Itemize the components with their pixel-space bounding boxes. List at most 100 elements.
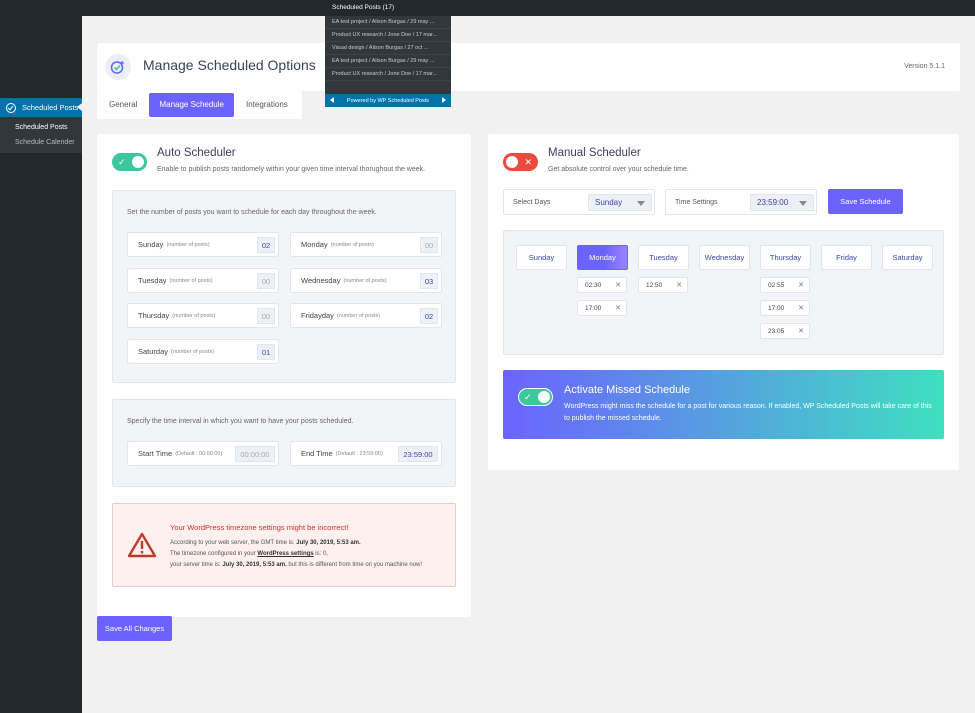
monday-posts-field[interactable]: Monday (number of posts) 00: [290, 232, 442, 257]
scheduled-posts-dropdown: Scheduled Posts (17) EA test project / A…: [325, 0, 451, 107]
select-days-label: Select Days: [513, 198, 551, 206]
sunday-posts-field[interactable]: Sunday (number of posts) 02: [127, 232, 279, 257]
manual-scheduler-card: ✕ Manual Scheduler Get absolute control …: [488, 134, 959, 470]
remove-icon[interactable]: ✕: [615, 304, 621, 312]
day-tuesday[interactable]: Tuesday: [638, 245, 689, 270]
field-value[interactable]: 00: [257, 273, 275, 289]
prev-arrow-icon[interactable]: [330, 97, 334, 103]
check-icon: ✓: [118, 157, 126, 167]
admin-sidebar: Scheduled Posts Scheduled Posts Schedule…: [0, 0, 82, 713]
day-wednesday[interactable]: Wednesday: [699, 245, 750, 270]
save-schedule-button[interactable]: Save Schedule: [828, 189, 903, 214]
page-header: Manage Scheduled Options Version 5.1.1: [97, 43, 960, 91]
manual-scheduler-title: Manual Scheduler: [548, 147, 641, 159]
remove-icon[interactable]: ✕: [676, 281, 682, 289]
remove-icon[interactable]: ✕: [798, 327, 804, 335]
remove-icon[interactable]: ✕: [798, 281, 804, 289]
day-monday[interactable]: Monday: [577, 245, 628, 270]
auto-scheduler-toggle[interactable]: ✓: [112, 153, 147, 171]
save-all-changes-button[interactable]: Save All Changes: [97, 616, 172, 641]
saturday-posts-field[interactable]: Saturday (number of posts) 01: [127, 339, 279, 364]
tab-general[interactable]: General: [99, 93, 147, 117]
tuesday-posts-field[interactable]: Tuesday (number of posts) 00: [127, 268, 279, 293]
toggle-knob: [506, 156, 518, 168]
toggle-knob: [132, 156, 144, 168]
plugin-logo-icon: [105, 54, 131, 80]
field-label: Monday: [301, 240, 328, 249]
manual-scheduler-subtitle: Get absolute control over your schedule …: [548, 166, 689, 173]
remove-icon[interactable]: ✕: [798, 304, 804, 312]
wednesday-posts-field[interactable]: Wednesday (number of posts) 03: [290, 268, 442, 293]
remove-icon[interactable]: ✕: [615, 281, 621, 289]
timezone-warning: Your WordPress timezone settings might b…: [112, 503, 456, 587]
sidebar-item-scheduled-posts[interactable]: Scheduled Posts: [0, 98, 82, 117]
tab-manage-schedule[interactable]: Manage Schedule: [149, 93, 234, 117]
friday-posts-field[interactable]: Fridayday (number of posts) 02: [290, 303, 442, 328]
field-value[interactable]: 02: [257, 237, 275, 253]
toggle-knob: [538, 390, 550, 403]
dropdown-item[interactable]: EA test project / Alison Burgas / 29 may…: [325, 16, 451, 29]
time-chip-label: 17:00: [585, 304, 602, 312]
time-interval-intro: Specify the time interval in which you w…: [127, 418, 354, 425]
chevron-down-icon: [637, 201, 645, 206]
manual-scheduler-toggle[interactable]: ✕: [503, 153, 538, 171]
field-value[interactable]: 01: [257, 344, 275, 360]
auto-scheduler-title: Auto Scheduler: [157, 147, 236, 159]
sidebar-submenu: Scheduled Posts Schedule Calender: [0, 117, 82, 153]
field-suffix: (number of posts): [343, 277, 387, 284]
auto-scheduler-subtitle: Enable to publish posts randomely within…: [157, 166, 426, 173]
chevron-down-icon: [799, 201, 807, 206]
field-value[interactable]: 00: [257, 308, 275, 324]
end-time-field[interactable]: End Time (Default : 23:59:00) 23:59:00: [290, 441, 442, 466]
day-thursday[interactable]: Thursday: [760, 245, 811, 270]
field-suffix: (number of posts): [336, 312, 381, 319]
select-days-dropdown[interactable]: Sunday: [588, 194, 652, 211]
main-content: Manage Scheduled Options Version 5.1.1 G…: [82, 16, 975, 713]
field-value[interactable]: 02: [420, 308, 438, 324]
dropdown-item[interactable]: Visual design / Alison Burgas / 27 oct .…: [325, 42, 451, 55]
field-label: End Time: [301, 449, 333, 458]
time-chip-label: 02:55: [768, 281, 785, 289]
submenu-scheduled-posts[interactable]: Scheduled Posts: [0, 120, 82, 135]
time-chip: 23:05 ✕: [760, 323, 810, 339]
thursday-posts-field[interactable]: Thursday (number of posts) 00: [127, 303, 279, 328]
time-settings-value: 23:59:00: [757, 198, 789, 207]
wordpress-settings-link[interactable]: WordPress settings: [257, 551, 313, 557]
field-value[interactable]: 03: [420, 273, 438, 289]
time-settings-dropdown[interactable]: 23:59:00: [750, 194, 814, 211]
time-settings-field[interactable]: Time Settings 23:59:00: [665, 189, 817, 215]
page-title: Manage Scheduled Options: [143, 57, 316, 73]
field-suffix: (number of posts): [171, 348, 215, 355]
dropdown-item[interactable]: EA test project / Alison Burgas / 29 may…: [325, 55, 451, 68]
time-chip-label: 17:00: [768, 304, 785, 312]
dropdown-item[interactable]: Product UX research / Jone Doe / 17 mar.…: [325, 29, 451, 42]
start-time-value[interactable]: 00:00:00: [235, 446, 275, 462]
tab-integrations[interactable]: Integrations: [236, 93, 298, 117]
time-chip: 17:00 ✕: [760, 300, 810, 316]
start-time-field[interactable]: Start Time (Default : 00:00:00) 00:00:00: [127, 441, 279, 466]
auto-scheduler-card: ✓ Auto Scheduler Enable to publish posts…: [97, 134, 471, 617]
sidebar-item-label: Scheduled Posts: [22, 103, 79, 112]
field-value[interactable]: 00: [420, 237, 438, 253]
select-days-field[interactable]: Select Days Sunday: [503, 189, 655, 215]
posts-per-day-panel: Set the number of posts you want to sche…: [112, 190, 456, 383]
settings-tabs: General Manage Schedule Integrations: [97, 91, 302, 119]
weekly-schedule-panel: Sunday Monday Tuesday Wednesday Thursday…: [503, 230, 944, 355]
version-label: Version 5.1.1: [904, 63, 945, 70]
submenu-schedule-calender[interactable]: Schedule Calender: [0, 135, 82, 150]
field-suffix: (number of posts): [330, 241, 374, 248]
time-chip: 02:55 ✕: [760, 277, 810, 293]
day-friday[interactable]: Friday: [821, 245, 872, 270]
next-arrow-icon[interactable]: [442, 97, 446, 103]
warning-triangle-icon: [127, 532, 157, 558]
day-sunday[interactable]: Sunday: [516, 245, 567, 270]
end-time-value[interactable]: 23:59:00: [398, 446, 438, 462]
day-saturday[interactable]: Saturday: [882, 245, 933, 270]
time-chip: 02:30 ✕: [577, 277, 627, 293]
clock-check-icon: [6, 102, 16, 113]
dropdown-item[interactable]: Product UX research / Jone Doe / 17 mar.…: [325, 68, 451, 81]
missed-schedule-toggle[interactable]: ✓: [518, 388, 553, 406]
field-label: Wednesday: [301, 276, 341, 285]
field-label: Thursday: [138, 311, 170, 320]
missed-schedule-description: WordPress might miss the schedule for a …: [564, 403, 932, 422]
